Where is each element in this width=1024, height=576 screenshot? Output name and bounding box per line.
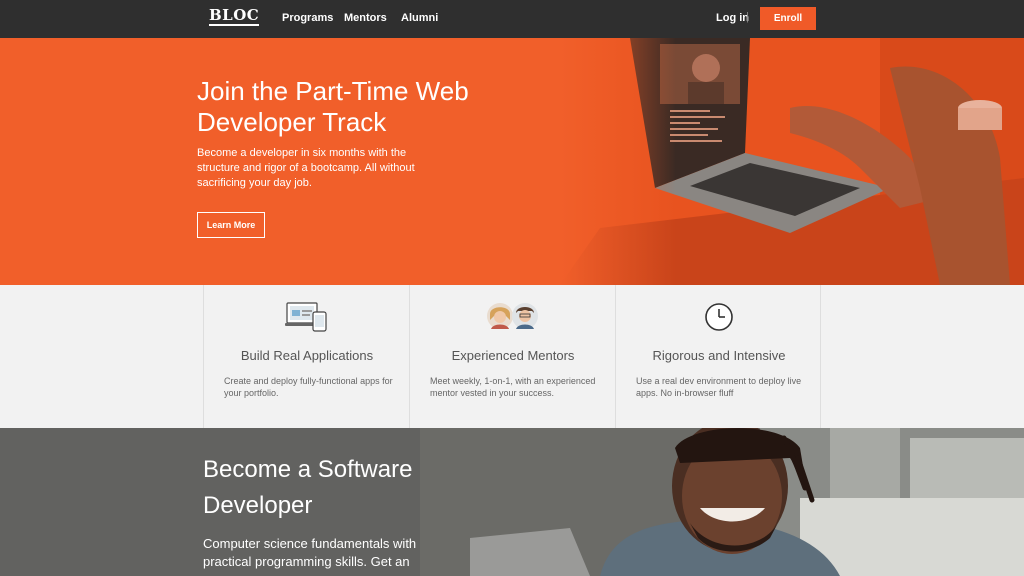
feature-text: Meet weekly, 1-on-1, with an experienced… xyxy=(430,376,596,398)
feature-rigorous: Rigorous and Intensive Use a real dev en… xyxy=(615,285,821,428)
clock-icon xyxy=(705,303,733,331)
nav-link-mentors[interactable]: Mentors xyxy=(344,12,387,24)
login-link[interactable]: Log in xyxy=(716,12,749,24)
software-developer-section: Become a Software Developer Computer sci… xyxy=(0,428,1024,576)
feature-text: Use a real dev environment to deploy liv… xyxy=(636,376,802,398)
hero-laptop-photo xyxy=(560,38,1024,285)
mentors-avatars-icon xyxy=(487,303,538,329)
feature-title: Build Real Applications xyxy=(240,348,374,363)
hero-title: Join the Part-Time Web Developer Track xyxy=(197,76,469,137)
nav-separator: | xyxy=(746,11,749,23)
developer-photo xyxy=(0,428,1024,576)
enroll-button[interactable]: Enroll xyxy=(760,7,816,30)
feature-title: Rigorous and Intensive xyxy=(652,348,786,363)
hero-section: Join the Part-Time Web Developer Track B… xyxy=(0,38,1024,285)
feature-build-apps: Build Real Applications Create and deplo… xyxy=(203,285,409,428)
bloc-logo[interactable]: BLOC xyxy=(209,8,260,26)
feature-text: Create and deploy fully-functional apps … xyxy=(224,376,393,398)
section-text: Computer science fundamentals with pract… xyxy=(203,536,417,569)
nav-link-alumni[interactable]: Alumni xyxy=(401,12,438,24)
section-title: Become a Software Developer xyxy=(203,456,413,519)
feature-title: Experienced Mentors xyxy=(451,348,575,363)
features-section: Build Real Applications Create and deplo… xyxy=(0,285,1024,428)
devices-icon xyxy=(285,302,327,332)
hero-subtitle: Become a developer in six months with th… xyxy=(197,147,415,189)
feature-mentors: Experienced Mentors Meet weekly, 1-on-1,… xyxy=(409,285,615,428)
nav-link-programs[interactable]: Programs xyxy=(282,12,333,24)
learn-more-button[interactable]: Learn More xyxy=(197,212,265,238)
top-nav: BLOC Programs Mentors Alumni Log in | En… xyxy=(0,0,1024,38)
